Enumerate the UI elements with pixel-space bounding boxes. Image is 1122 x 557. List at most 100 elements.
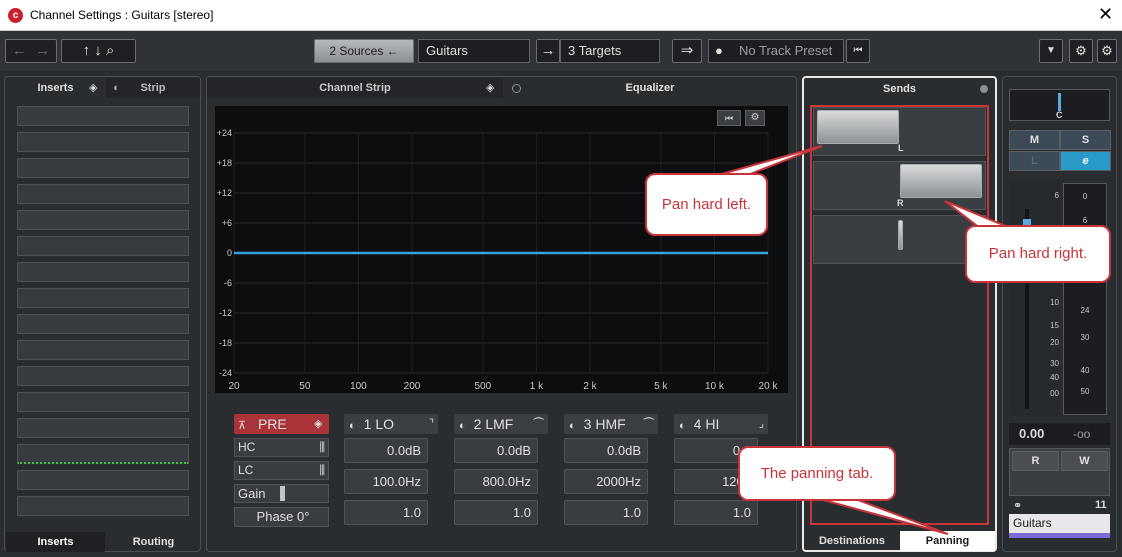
sources-button[interactable]: 2 Sources ← [314, 39, 414, 63]
eq-settings-icon[interactable]: ⚙ [745, 110, 765, 126]
eq-y-tick-label: +6 [222, 218, 232, 228]
insert-slot-14[interactable] [17, 444, 189, 464]
eq-band-3-q[interactable]: 1.0 [564, 500, 648, 525]
tab-strip[interactable]: ◖ Strip [106, 78, 200, 98]
eq-x-tick-label: 100 [350, 381, 367, 392]
eq-band-3-header[interactable]: ◐ 3 HMF ⏜ [564, 414, 658, 434]
write-button[interactable]: W [1061, 451, 1108, 471]
gain-slider-handle[interactable] [280, 486, 285, 501]
filter-shape-icon[interactable]: ⌟ [759, 414, 764, 434]
insert-slot-6[interactable] [17, 236, 189, 256]
preset-label: No Track Preset [739, 43, 833, 58]
read-button[interactable]: R [1012, 451, 1059, 471]
mute-button[interactable]: M [1009, 130, 1060, 150]
insert-slot-12[interactable] [17, 392, 189, 412]
speaker-icon: ◖ [112, 82, 119, 94]
insert-slot-8[interactable] [17, 288, 189, 308]
channel-name-field[interactable]: Guitars [418, 39, 530, 63]
insert-slot-3[interactable] [17, 158, 189, 178]
meter-scale-label: 6 [1082, 216, 1088, 225]
back-forward-buttons[interactable]: ← → [5, 39, 57, 63]
eq-band-1-header[interactable]: ◐ 1 LO ⌝ [344, 414, 438, 434]
insert-slot-10[interactable] [17, 340, 189, 360]
preset-reset-icon[interactable]: ⏮ [846, 39, 870, 63]
phase-button[interactable]: Phase 0° [234, 507, 329, 527]
gain-slider[interactable]: Gain [234, 484, 329, 503]
edit-button[interactable]: e [1060, 151, 1111, 171]
tab-routing[interactable]: Routing [106, 532, 201, 552]
send-row-1[interactable]: L [813, 107, 986, 156]
insert-slot-5[interactable] [17, 210, 189, 230]
hc-filter[interactable]: HC ⫼ [234, 438, 329, 457]
insert-slot-9[interactable] [17, 314, 189, 334]
eq-band-3-gain[interactable]: 0.0dB [564, 438, 648, 463]
eq-reset-icon[interactable]: ⏮ [717, 110, 741, 126]
eq-band-1-freq[interactable]: 100.0Hz [344, 469, 428, 494]
tag-icon: ◈ [314, 418, 323, 430]
eq-band-1-gain[interactable]: 0.0dB [344, 438, 428, 463]
tab-panning[interactable]: Panning [900, 531, 995, 551]
solo-button[interactable]: S [1060, 130, 1111, 150]
close-icon[interactable]: ✕ [1098, 4, 1113, 25]
eq-curve-display[interactable]: +24 +18 +12 +6 0 -6 -12 -18 -24 20 50 100 200 500 1 k 2… [215, 106, 788, 393]
toolbar: ← → ↑ ↓ ⌕ 2 Sources ← Guitars → 3 Target… [0, 31, 1122, 71]
eq-band-4-header[interactable]: ◐ 4 HI ⌟ [674, 414, 768, 434]
insert-slot-15[interactable] [17, 470, 189, 490]
eq-band-2-q[interactable]: 1.0 [454, 500, 538, 525]
tab-inserts-bottom[interactable]: Inserts [6, 532, 105, 552]
dropdown-icon[interactable]: ▼ [1039, 39, 1063, 63]
insert-slot-1[interactable] [17, 106, 189, 126]
eq-x-tick-label: 200 [404, 381, 421, 392]
tag-icon[interactable]: ◈ [89, 81, 97, 94]
tab-destinations[interactable]: Destinations [804, 531, 900, 551]
volume-display[interactable]: 0.00 -oo [1009, 423, 1110, 445]
insert-slot-4[interactable] [17, 184, 189, 204]
insert-slot-11[interactable] [17, 366, 189, 386]
eq-band-2-header[interactable]: ◐ 2 LMF ⏜ [454, 414, 548, 434]
insert-slot-16[interactable] [17, 496, 189, 516]
filter-shape-icon[interactable]: ⏜ [643, 414, 654, 434]
tag-icon[interactable]: ◈ [486, 81, 494, 94]
power-icon[interactable]: ◐ [349, 420, 356, 432]
insert-slot-2[interactable] [17, 132, 189, 152]
power-icon[interactable]: ◐ [569, 420, 576, 432]
eq-band-2-freq[interactable]: 800.0Hz [454, 469, 538, 494]
arrow-right-icon[interactable]: → [536, 39, 560, 63]
fader-scale-label: 6 [1054, 191, 1059, 200]
track-preset-field[interactable]: ● No Track Preset [708, 39, 844, 63]
navigate-buttons[interactable]: ↑ ↓ ⌕ [61, 39, 136, 63]
eq-band-3-freq[interactable]: 2000Hz [564, 469, 648, 494]
window-settings-icon[interactable]: ⚙ [1069, 39, 1093, 63]
tab-equalizer[interactable]: Equalizer [503, 78, 797, 98]
meter-scale-label: 30 [1080, 333, 1090, 342]
filter-shape-icon[interactable]: ⏜ [533, 414, 544, 434]
gear-icon[interactable]: ⚙ [1097, 39, 1117, 63]
pan-handle-left[interactable] [817, 110, 899, 144]
power-icon[interactable]: ◐ [459, 420, 466, 432]
eq-x-tick-label: 500 [474, 381, 491, 392]
pan-handle-right[interactable] [900, 164, 982, 198]
eq-band-2-gain[interactable]: 0.0dB [454, 438, 538, 463]
pan-knob[interactable]: C [1009, 89, 1110, 121]
send-row-2[interactable]: R [813, 161, 986, 210]
tab-channel-strip[interactable]: Channel Strip [207, 78, 503, 98]
listen-button[interactable]: L [1009, 151, 1060, 171]
send-row-3[interactable] [813, 215, 986, 264]
filter-shape-icon[interactable]: ⌝ [429, 414, 434, 434]
power-icon[interactable]: ◐ [679, 420, 686, 432]
eq-x-tick-label: 50 [299, 381, 311, 392]
route-icon[interactable]: ⇒ [672, 39, 702, 63]
pan-center-label: C [1056, 110, 1063, 120]
meter-scale-label: 40 [1080, 366, 1090, 375]
eq-band-4-q[interactable]: 1.0 [674, 500, 758, 525]
eq-x-tick-label: 20 [228, 381, 240, 392]
eq-band-1-q[interactable]: 1.0 [344, 500, 428, 525]
channel-name-label[interactable]: Guitars [1009, 514, 1110, 538]
lc-filter[interactable]: LC ⫼ [234, 461, 329, 480]
pan-handle-center[interactable] [898, 220, 903, 250]
insert-slot-7[interactable] [17, 262, 189, 282]
pre-button[interactable]: ⊼ PRE ◈ [234, 414, 329, 434]
targets-field[interactable]: 3 Targets [560, 39, 660, 63]
insert-slot-13[interactable] [17, 418, 189, 438]
inserts-panel: Inserts ◈ ◖ Strip Inserts Routing [4, 76, 201, 552]
